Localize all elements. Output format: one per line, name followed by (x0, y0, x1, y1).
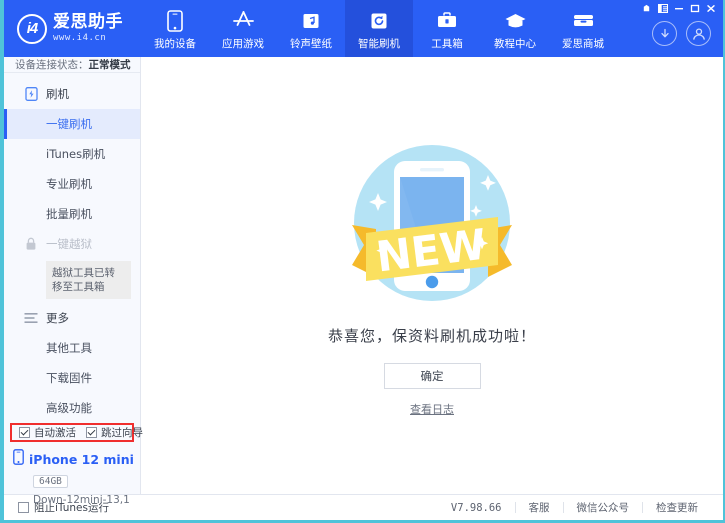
sidebar-item-itunes-flash[interactable]: iTunes刷机 (4, 139, 140, 169)
main-content: NEW 恭喜您，保资料刷机成功啦！ 确定 查看日志 (141, 57, 723, 494)
view-log-link[interactable]: 查看日志 (410, 401, 454, 417)
device-name: iPhone 12 mini (29, 452, 134, 467)
app-logo[interactable]: i4 爱思助手 www.i4.cn (4, 0, 141, 57)
sidebar-item-other-tools[interactable]: 其他工具 (4, 333, 140, 363)
nav-label: 应用游戏 (222, 36, 264, 51)
sidebar-group-label: 一键越狱 (46, 236, 92, 252)
wechat-official-link[interactable]: 微信公众号 (564, 500, 643, 515)
menu-icon (658, 4, 668, 13)
confirm-button[interactable]: 确定 (384, 363, 481, 389)
account-button[interactable] (686, 21, 711, 46)
device-model: Down-12mini-13,1 (33, 494, 140, 506)
close-button[interactable] (703, 2, 718, 15)
nav-label: 工具箱 (431, 36, 463, 51)
phone-icon (163, 9, 187, 33)
connection-status-value: 正常模式 (89, 57, 131, 72)
graduation-cap-icon (503, 9, 527, 33)
window-controls (639, 2, 718, 15)
nav-label: 铃声壁纸 (290, 36, 332, 51)
sidebar-item-label: 下载固件 (46, 370, 92, 386)
status-bar-links: V7.98.66 客服 微信公众号 检查更新 (438, 500, 711, 515)
jailbreak-moved-tooltip: 越狱工具已转移至工具箱 (46, 261, 131, 299)
music-box-icon (299, 9, 323, 33)
nav-item-ringtones-wallpapers[interactable]: 铃声壁纸 (277, 0, 345, 57)
flash-options-group: 自动激活 跳过向导 (10, 423, 134, 442)
connected-device-card[interactable]: iPhone 12 mini 64GB Down-12mini-13,1 (4, 442, 140, 515)
nav-item-tutorial-center[interactable]: 教程中心 (481, 0, 549, 57)
nav-label: 我的设备 (154, 36, 196, 51)
sidebar-item-batch-flash[interactable]: 批量刷机 (4, 199, 140, 229)
sidebar-item-one-key-flash[interactable]: 一键刷机 (4, 109, 140, 139)
checkbox-icon (19, 427, 30, 438)
sidebar-item-label: 一键刷机 (46, 116, 92, 132)
minimize-icon (674, 4, 684, 13)
sidebar-item-download-firmware[interactable]: 下载固件 (4, 363, 140, 393)
sidebar-item-label: 其他工具 (46, 340, 92, 356)
sidebar-item-advanced-features[interactable]: 高级功能 (4, 393, 140, 423)
i4-logo-icon: i4 (17, 14, 47, 44)
sidebar-item-label: iTunes刷机 (46, 146, 105, 162)
check-update-link[interactable]: 检查更新 (643, 500, 711, 515)
sidebar-group-flash[interactable]: 刷机 (4, 79, 140, 109)
app-url: www.i4.cn (53, 34, 123, 43)
sidebar-item-label: 专业刷机 (46, 176, 92, 192)
version-label: V7.98.66 (438, 502, 515, 514)
nav-item-smart-flash[interactable]: 智能刷机 (345, 0, 413, 57)
nav-item-i4-store[interactable]: 爱思商城 (549, 0, 617, 57)
sidebar-item-label: 高级功能 (46, 400, 92, 416)
nav-label: 智能刷机 (358, 36, 400, 51)
sidebar-menu: 刷机 一键刷机 iTunes刷机 专业刷机 批量刷机 (4, 73, 140, 423)
sidebar-item-label: 批量刷机 (46, 206, 92, 222)
maximize-button[interactable] (687, 2, 702, 15)
device-capacity: 64GB (33, 475, 68, 488)
phone-icon (13, 449, 24, 470)
sidebar-group-jailbreak: 一键越狱 (4, 229, 140, 259)
nav-item-my-device[interactable]: 我的设备 (141, 0, 209, 57)
sidebar-item-pro-flash[interactable]: 专业刷机 (4, 169, 140, 199)
refresh-icon (367, 9, 391, 33)
auto-activate-label: 自动激活 (34, 425, 76, 440)
appstore-icon (231, 9, 255, 33)
lock-icon (24, 237, 38, 251)
close-icon (706, 4, 716, 13)
shop-icon (571, 9, 595, 33)
app-title: 爱思助手 (53, 14, 123, 31)
customer-service-link[interactable]: 客服 (516, 500, 563, 515)
app-body: 设备连接状态： 正常模式 刷机 一键刷机 (4, 57, 723, 494)
nav-label: 爱思商城 (562, 36, 604, 51)
nav-item-toolbox[interactable]: 工具箱 (413, 0, 481, 57)
minimize-button[interactable] (671, 2, 686, 15)
sidebar-group-more[interactable]: 更多 (4, 303, 140, 333)
sidebar: 设备连接状态： 正常模式 刷机 一键刷机 (4, 57, 141, 494)
connection-status: 设备连接状态： 正常模式 (4, 57, 140, 73)
new-badge-illustration: NEW (342, 133, 522, 313)
download-button[interactable] (652, 21, 677, 46)
app-header: i4 爱思助手 www.i4.cn 我的设备 (4, 0, 723, 57)
sidebar-group-label: 刷机 (46, 86, 69, 102)
auto-activate-checkbox[interactable]: 自动激活 (19, 425, 76, 440)
menu-button[interactable] (655, 2, 670, 15)
toolbox-icon (435, 9, 459, 33)
skin-button[interactable] (639, 2, 654, 15)
skip-setup-label: 跳过向导 (101, 425, 143, 440)
main-nav: 我的设备 应用游戏 (141, 0, 617, 57)
list-icon (24, 311, 38, 325)
nav-label: 教程中心 (494, 36, 536, 51)
success-message: 恭喜您，保资料刷机成功啦！ (328, 325, 536, 346)
checkbox-icon (86, 427, 97, 438)
connection-status-label: 设备连接状态： (15, 57, 89, 72)
flash-device-icon (24, 87, 38, 101)
skip-setup-checkbox[interactable]: 跳过向导 (86, 425, 143, 440)
download-icon (658, 27, 672, 41)
sidebar-group-label: 更多 (46, 310, 69, 326)
user-avatar-icon (691, 26, 707, 42)
app-window: i4 爱思助手 www.i4.cn 我的设备 (0, 0, 725, 523)
maximize-icon (690, 4, 700, 13)
skin-icon (642, 4, 651, 13)
nav-item-apps-games[interactable]: 应用游戏 (209, 0, 277, 57)
